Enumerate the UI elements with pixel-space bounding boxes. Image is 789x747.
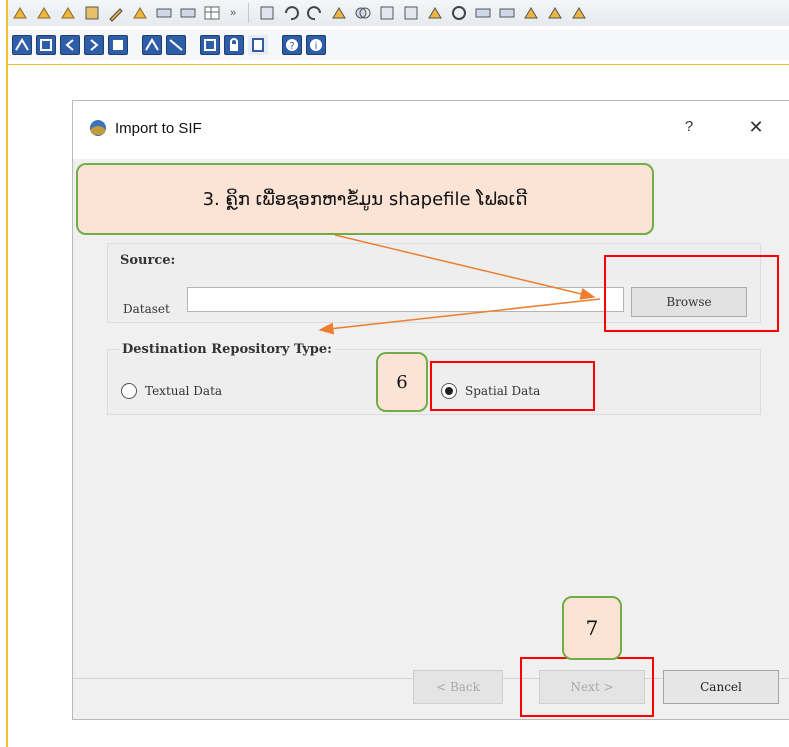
table-icon[interactable] (202, 3, 222, 23)
source-group-title: Source: (120, 253, 176, 268)
back-button[interactable]: < Back (413, 670, 503, 704)
offset-icon[interactable] (425, 3, 445, 23)
forward-icon[interactable] (84, 35, 104, 55)
toolbar-separator (248, 3, 249, 23)
crop-icon[interactable] (200, 35, 220, 55)
draw-icon[interactable] (329, 3, 349, 23)
lock-icon[interactable] (224, 35, 244, 55)
help-icon[interactable]: ? (282, 35, 302, 55)
help-button[interactable]: ? (677, 113, 701, 141)
layer-edit-icon[interactable] (130, 3, 150, 23)
fill-ring-icon[interactable] (569, 3, 589, 23)
map-icon[interactable] (12, 35, 32, 55)
reshape-icon[interactable] (377, 3, 397, 23)
toolbar-overflow-icon[interactable]: » (226, 7, 240, 19)
split-icon[interactable] (497, 3, 517, 23)
map-icon[interactable] (166, 35, 186, 55)
layer-edit-icon[interactable] (58, 3, 78, 23)
app-globe-icon (90, 120, 106, 136)
rotate-icon[interactable] (449, 3, 469, 23)
redo-icon[interactable] (305, 3, 325, 23)
step-6-callout: 6 (376, 352, 428, 412)
instruction-callout-text: 3. ຄຼິກ ເພື່ອຊອກຫາຂໍ້ມູນ shapefile ໂຟລເດ… (202, 188, 528, 210)
digitize-icon[interactable] (257, 3, 277, 23)
merge-icon[interactable] (353, 3, 373, 23)
svg-text:?: ? (289, 41, 294, 52)
dialog-titlebar[interactable]: Import to SIF ? ✕ (73, 101, 789, 159)
split-icon[interactable] (473, 3, 493, 23)
dialog-title: Import to SIF (115, 120, 202, 137)
svg-text:i: i (315, 41, 318, 52)
pencil-icon[interactable] (106, 3, 126, 23)
toolbar-plugins: ? i (8, 30, 789, 60)
dataset-label: Dataset (123, 302, 170, 316)
fill-ring-icon[interactable] (521, 3, 541, 23)
highlight-spatial-data (430, 361, 595, 411)
layer-edit-icon[interactable] (10, 3, 30, 23)
grid-icon[interactable] (36, 35, 56, 55)
radio-textual-data[interactable]: Textual Data (121, 383, 222, 399)
app-frame-top (6, 64, 789, 65)
cancel-button[interactable]: Cancel (663, 670, 779, 704)
split-icon[interactable] (178, 3, 198, 23)
layer-edit-icon[interactable] (34, 3, 54, 23)
reshape-icon[interactable] (401, 3, 421, 23)
highlight-browse (604, 255, 779, 332)
app-frame-left (6, 0, 8, 747)
page-icon[interactable] (248, 35, 268, 55)
instruction-callout: 3. ຄຼິກ ເພື່ອຊອກຫາຂໍ້ມູນ shapefile ໂຟລເດ… (76, 163, 654, 235)
radio-label: Textual Data (145, 384, 223, 398)
undo-icon[interactable] (281, 3, 301, 23)
map-icon[interactable] (142, 35, 162, 55)
dialog-content: Source: Destination Repository Type: (73, 159, 789, 679)
destination-group-title: Destination Repository Type: (120, 342, 334, 357)
save-icon[interactable] (108, 35, 128, 55)
info-icon[interactable]: i (306, 35, 326, 55)
node-tool-icon[interactable] (82, 3, 102, 23)
back-icon[interactable] (60, 35, 80, 55)
highlight-next (520, 657, 654, 717)
toolbar-digitizing: » (8, 0, 789, 26)
radio-circle[interactable] (121, 383, 137, 399)
step-7-callout: 7 (562, 596, 622, 660)
split-icon[interactable] (154, 3, 174, 23)
dataset-input[interactable] (187, 287, 624, 312)
close-button[interactable]: ✕ (741, 113, 771, 141)
fill-ring-icon[interactable] (545, 3, 565, 23)
